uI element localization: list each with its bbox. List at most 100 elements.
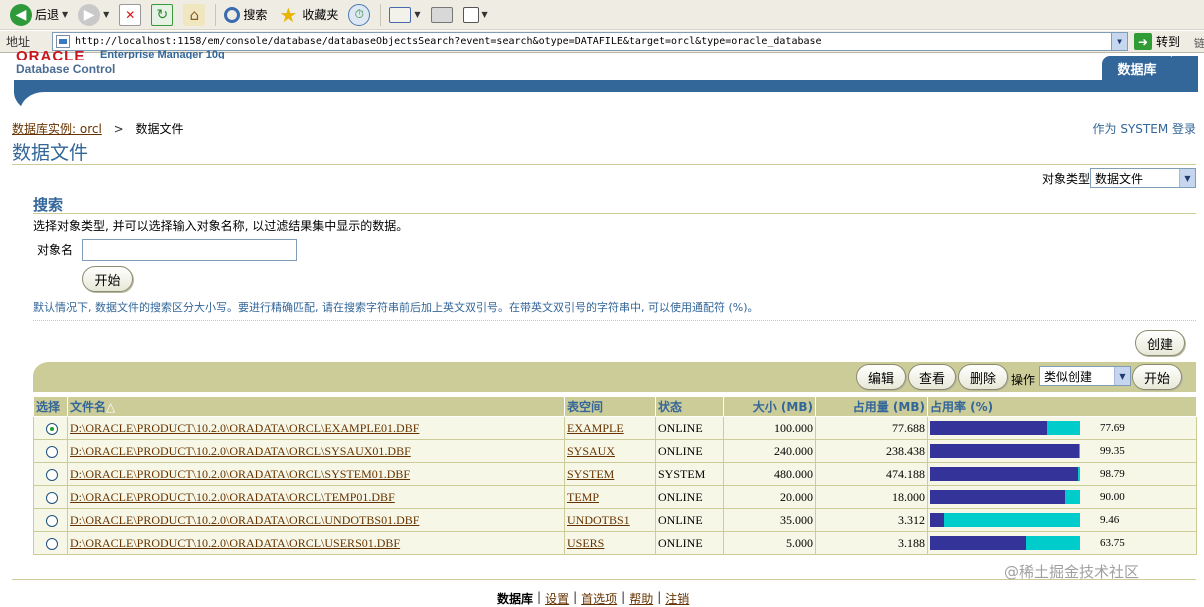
col-usage[interactable]: 占用率 (%) bbox=[927, 396, 1197, 417]
col-tablespace[interactable]: 表空间 bbox=[564, 396, 656, 417]
file-link[interactable]: D:\ORACLE\PRODUCT\10.2.0\ORADATA\ORCL\US… bbox=[70, 536, 400, 550]
home-button[interactable]: ⌂ bbox=[179, 2, 209, 28]
search-go-button[interactable]: 开始 bbox=[82, 266, 133, 292]
favorites-button[interactable]: ★ 收藏夹 bbox=[273, 2, 342, 28]
operation-select[interactable]: 类似创建 ▼ bbox=[1039, 366, 1131, 386]
delete-button[interactable]: 删除 bbox=[958, 364, 1008, 390]
usage-bar bbox=[930, 513, 1080, 527]
col-filename[interactable]: 文件名△ bbox=[67, 396, 565, 417]
create-button[interactable]: 创建 bbox=[1135, 330, 1185, 356]
chevron-down-icon[interactable]: ▼ bbox=[482, 10, 488, 19]
table-row[interactable]: D:\ORACLE\PRODUCT\10.2.0\ORADATA\ORCL\EX… bbox=[33, 416, 1197, 440]
select-cell[interactable] bbox=[33, 485, 68, 509]
row-radio[interactable] bbox=[46, 514, 58, 527]
refresh-button[interactable]: ↻ bbox=[147, 2, 177, 28]
stop-button[interactable]: ✕ bbox=[115, 2, 145, 28]
chevron-down-icon[interactable]: ▼ bbox=[62, 10, 68, 19]
status-cell: SYSTEM bbox=[655, 462, 724, 486]
footer-link-setup[interactable]: 设置 bbox=[545, 590, 569, 607]
row-radio[interactable] bbox=[46, 445, 58, 458]
row-radio[interactable] bbox=[46, 491, 58, 504]
col-status[interactable]: 状态 bbox=[655, 396, 724, 417]
history-button[interactable]: ⏱ bbox=[344, 2, 374, 28]
print-button[interactable] bbox=[427, 2, 457, 28]
footer-link-logout[interactable]: 注销 bbox=[665, 590, 689, 607]
col-used[interactable]: 占用量 (MB) bbox=[815, 396, 928, 417]
filename-cell: D:\ORACLE\PRODUCT\10.2.0\ORADATA\ORCL\SY… bbox=[67, 439, 565, 463]
table-row[interactable]: D:\ORACLE\PRODUCT\10.2.0\ORADATA\ORCL\SY… bbox=[33, 439, 1197, 463]
go-arrow-icon: ➜ bbox=[1134, 33, 1152, 50]
back-label: 后退 bbox=[35, 8, 60, 22]
edit-button[interactable]: 编辑 bbox=[856, 364, 906, 390]
chevron-down-icon[interactable]: ▼ bbox=[414, 10, 420, 19]
footer-link-database[interactable]: 数据库 bbox=[497, 590, 533, 607]
back-button[interactable]: ◀ 后退 ▼ bbox=[6, 2, 72, 28]
favorites-label: 收藏夹 bbox=[302, 8, 339, 22]
usage-bar-fill bbox=[930, 490, 1065, 504]
file-link[interactable]: D:\ORACLE\PRODUCT\10.2.0\ORADATA\ORCL\TE… bbox=[70, 490, 395, 504]
chevron-down-icon[interactable]: ▼ bbox=[1111, 33, 1127, 50]
file-link[interactable]: D:\ORACLE\PRODUCT\10.2.0\ORADATA\ORCL\EX… bbox=[70, 421, 419, 435]
usage-bar-fill bbox=[930, 421, 1047, 435]
mail-button[interactable]: ▼ bbox=[385, 2, 424, 28]
history-icon: ⏱ bbox=[348, 3, 371, 26]
tablespace-cell: USERS bbox=[564, 531, 656, 555]
usage-cell: 9.46 bbox=[927, 508, 1197, 532]
edit-button[interactable]: ▼ bbox=[459, 2, 492, 28]
row-radio[interactable] bbox=[46, 537, 58, 550]
tablespace-link[interactable]: TEMP bbox=[567, 490, 599, 504]
file-link[interactable]: D:\ORACLE\PRODUCT\10.2.0\ORADATA\ORCL\SY… bbox=[70, 444, 411, 458]
size-cell: 240.000 bbox=[723, 439, 816, 463]
tab-database[interactable]: 数据库 bbox=[1102, 56, 1172, 80]
footer-separator: | bbox=[573, 590, 578, 604]
search-button[interactable]: 搜索 bbox=[220, 2, 271, 28]
toolbar-divider bbox=[215, 3, 217, 26]
select-cell[interactable] bbox=[33, 531, 68, 555]
object-name-input[interactable] bbox=[82, 239, 297, 261]
file-link[interactable]: D:\ORACLE\PRODUCT\10.2.0\ORADATA\ORCL\SY… bbox=[70, 467, 410, 481]
select-cell[interactable] bbox=[33, 439, 68, 463]
forward-button[interactable]: ▶ ▼ bbox=[74, 2, 113, 28]
operation-go-button[interactable]: 开始 bbox=[1132, 364, 1182, 390]
address-input[interactable]: http://localhost:1158/em/console/databas… bbox=[52, 32, 1128, 51]
row-radio[interactable] bbox=[46, 422, 58, 435]
tablespace-cell: SYSTEM bbox=[564, 462, 656, 486]
col-size[interactable]: 大小 (MB) bbox=[723, 396, 816, 417]
table-row[interactable]: D:\ORACLE\PRODUCT\10.2.0\ORADATA\ORCL\TE… bbox=[33, 485, 1197, 509]
go-button[interactable]: ➜ 转到 bbox=[1134, 32, 1180, 51]
view-button[interactable]: 查看 bbox=[908, 364, 956, 390]
select-cell[interactable] bbox=[33, 462, 68, 486]
row-radio[interactable] bbox=[46, 468, 58, 481]
size-cell: 100.000 bbox=[723, 416, 816, 440]
footer-separator: | bbox=[621, 590, 626, 604]
size-cell: 35.000 bbox=[723, 508, 816, 532]
tablespace-link[interactable]: EXAMPLE bbox=[567, 421, 624, 435]
table-row[interactable]: D:\ORACLE\PRODUCT\10.2.0\ORADATA\ORCL\SY… bbox=[33, 462, 1197, 486]
status-cell: ONLINE bbox=[655, 485, 724, 509]
size-cell: 480.000 bbox=[723, 462, 816, 486]
table-row[interactable]: D:\ORACLE\PRODUCT\10.2.0\ORADATA\ORCL\US… bbox=[33, 531, 1197, 555]
select-cell[interactable] bbox=[33, 508, 68, 532]
usage-bar-fill bbox=[930, 444, 1080, 458]
tablespace-link[interactable]: USERS bbox=[567, 536, 604, 550]
select-cell[interactable] bbox=[33, 416, 68, 440]
footer-link-help[interactable]: 帮助 bbox=[629, 590, 653, 607]
tablespace-link[interactable]: SYSAUX bbox=[567, 444, 615, 458]
usage-cell: 77.69 bbox=[927, 416, 1197, 440]
tablespace-link[interactable]: UNDOTBS1 bbox=[567, 513, 630, 527]
chevron-down-icon[interactable]: ▼ bbox=[1114, 367, 1130, 385]
table-row[interactable]: D:\ORACLE\PRODUCT\10.2.0\ORADATA\ORCL\UN… bbox=[33, 508, 1197, 532]
footer-link-preferences[interactable]: 首选项 bbox=[581, 590, 617, 607]
tab-bar-end bbox=[1172, 56, 1198, 80]
links-label[interactable]: 链 bbox=[1194, 35, 1204, 51]
tablespace-link[interactable]: SYSTEM bbox=[567, 467, 614, 481]
chevron-down-icon[interactable]: ▼ bbox=[103, 10, 109, 19]
chevron-down-icon[interactable]: ▼ bbox=[1179, 169, 1195, 187]
divider bbox=[33, 213, 1196, 214]
tablespace-cell: EXAMPLE bbox=[564, 416, 656, 440]
object-type-select[interactable]: 数据文件 ▼ bbox=[1090, 168, 1196, 188]
address-url: http://localhost:1158/em/console/databas… bbox=[75, 36, 822, 47]
file-link[interactable]: D:\ORACLE\PRODUCT\10.2.0\ORADATA\ORCL\UN… bbox=[70, 513, 419, 527]
search-hint: 默认情况下, 数据文件的搜索区分大小写。要进行精确匹配, 请在搜索字符串前后加上… bbox=[33, 301, 759, 314]
breadcrumb-instance-link[interactable]: 数据库实例: orcl bbox=[12, 122, 102, 136]
